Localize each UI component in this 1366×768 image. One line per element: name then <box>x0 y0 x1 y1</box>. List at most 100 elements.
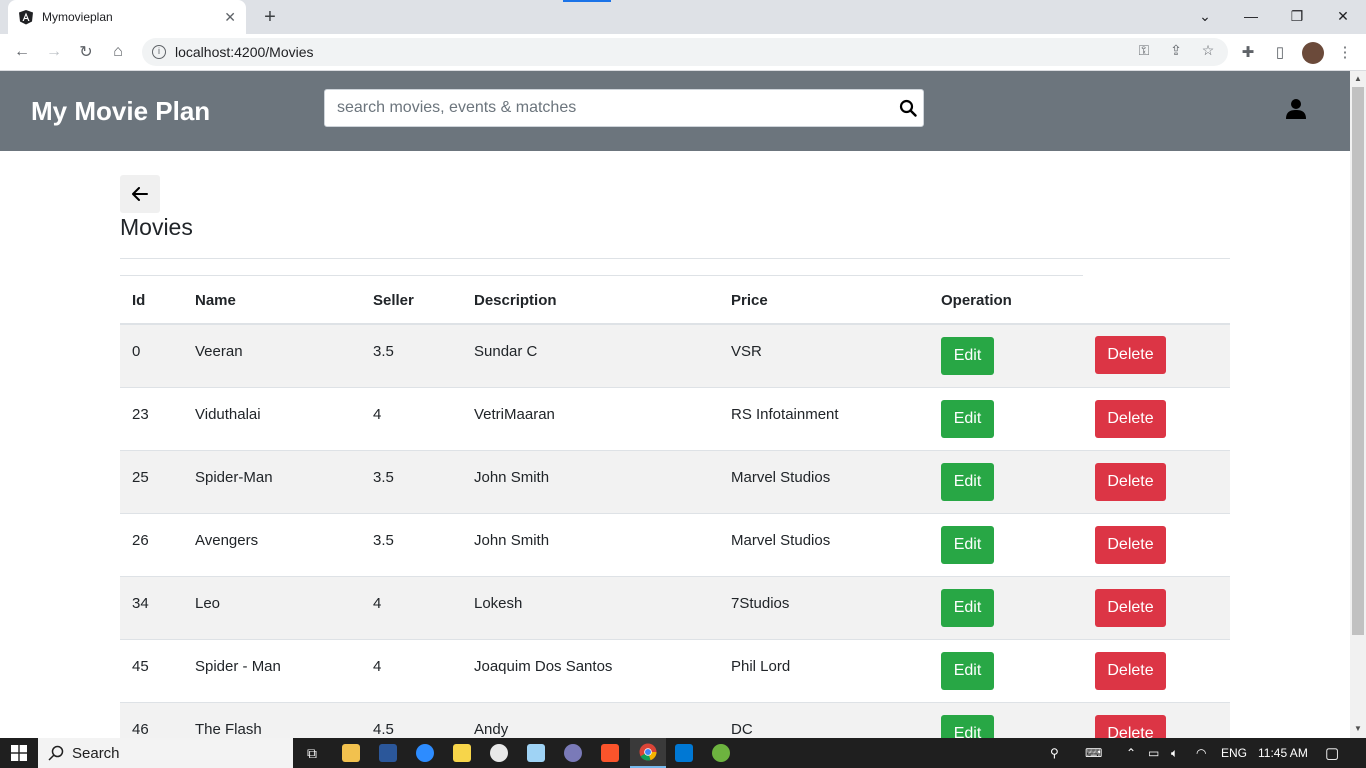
edit-button[interactable]: Edit <box>941 526 994 564</box>
page-scrollbar[interactable]: ▲ ▼ <box>1350 71 1366 738</box>
back-nav-icon[interactable]: ← <box>10 40 34 64</box>
tab-title: Mymovieplan <box>42 10 113 24</box>
edit-button[interactable]: Edit <box>941 337 994 375</box>
paint-icon[interactable] <box>490 744 508 762</box>
word-icon[interactable] <box>379 744 397 762</box>
cell-id: 0 <box>132 343 141 360</box>
brand-title[interactable]: My Movie Plan <box>31 96 210 127</box>
tray-keyboard-icon[interactable]: ⌨ <box>1085 738 1102 768</box>
volume-icon[interactable]: 🔈︎ <box>1171 738 1178 768</box>
app-icon[interactable] <box>564 744 582 762</box>
vscode-icon[interactable] <box>675 744 693 762</box>
delete-button[interactable]: Delete <box>1095 463 1166 501</box>
file-explorer-icon[interactable] <box>342 744 360 762</box>
share-icon[interactable]: ⇪ <box>1167 42 1185 60</box>
cell-id: 23 <box>132 406 149 423</box>
tab-search-icon[interactable]: ⌄ <box>1182 0 1228 32</box>
user-icon[interactable] <box>1285 98 1307 120</box>
delete-button[interactable]: Delete <box>1095 400 1166 438</box>
edit-button[interactable]: Edit <box>941 589 994 627</box>
table-row: 25 Spider-Man 3.5 John Smith Marvel Stud… <box>120 451 1230 514</box>
taskbar-search[interactable]: Search <box>38 738 293 768</box>
delete-button[interactable]: Delete <box>1095 715 1166 738</box>
zoom-icon[interactable] <box>416 744 434 762</box>
scroll-down-icon[interactable]: ▼ <box>1354 724 1362 733</box>
cell-description: Lokesh <box>474 595 523 612</box>
header-description: Description <box>474 292 557 309</box>
address-bar[interactable]: i localhost:4200/Movies <box>142 38 1228 66</box>
delete-button[interactable]: Delete <box>1095 589 1166 627</box>
forward-nav-icon[interactable]: → <box>42 40 66 64</box>
clock[interactable]: 11:45 AM <box>1258 738 1308 768</box>
delete-button[interactable]: Delete <box>1095 336 1166 374</box>
cell-name: The Flash <box>195 721 262 738</box>
header-price: Price <box>731 292 768 309</box>
browser-tabstrip: Mymovieplan ✕ + ⌄ — ❐ ✕ <box>0 0 1366 34</box>
brave-icon[interactable] <box>601 744 619 762</box>
cell-seller: 4 <box>373 595 382 612</box>
edit-button[interactable]: Edit <box>941 400 994 438</box>
cell-seller: 4 <box>373 658 382 675</box>
windows-taskbar: Search ⧉ ⚲ ⌨ ⌃ ▭ 🔈︎ ◠ ENG 11:45 AM ▢ <box>0 738 1366 768</box>
cell-price: 7Studios <box>731 595 790 612</box>
edit-button[interactable]: Edit <box>941 463 994 501</box>
spring-tools-icon[interactable] <box>712 744 730 762</box>
windows-start-icon[interactable] <box>0 738 38 768</box>
notifications-icon[interactable]: ▢ <box>1325 738 1339 768</box>
wifi-icon[interactable]: ◠ <box>1196 738 1206 768</box>
restore-button[interactable]: ❐ <box>1274 0 1320 32</box>
notepad-icon[interactable] <box>527 744 545 762</box>
delete-button[interactable]: Delete <box>1095 526 1166 564</box>
edit-button[interactable]: Edit <box>941 652 994 690</box>
browser-tab[interactable]: Mymovieplan ✕ <box>8 0 246 34</box>
home-icon[interactable]: ⌂ <box>106 40 130 64</box>
sticky-notes-icon[interactable] <box>453 744 471 762</box>
table-row: 0 Veeran 3.5 Sundar C VSR Edit Delete <box>120 325 1230 388</box>
cell-name: Avengers <box>195 532 259 549</box>
scroll-up-icon[interactable]: ▲ <box>1354 74 1362 83</box>
profile-avatar[interactable] <box>1302 42 1324 64</box>
tray-chevron-up-icon[interactable]: ⌃ <box>1126 738 1136 768</box>
password-key-icon[interactable]: ⚿ <box>1135 42 1153 60</box>
cell-id: 46 <box>132 721 149 738</box>
side-panel-icon[interactable]: ▯ <box>1271 43 1289 61</box>
edit-button[interactable]: Edit <box>941 715 994 738</box>
chrome-taskbar-item[interactable] <box>630 738 666 768</box>
tab-close-icon[interactable]: ✕ <box>224 9 236 26</box>
new-tab-button[interactable]: + <box>258 6 282 28</box>
delete-button[interactable]: Delete <box>1095 652 1166 690</box>
battery-icon[interactable]: ▭ <box>1148 738 1159 768</box>
site-info-icon[interactable]: i <box>152 45 166 59</box>
cell-seller: 3.5 <box>373 532 394 549</box>
cell-price: Marvel Studios <box>731 532 831 549</box>
tray-people-icon[interactable]: ⚲ <box>1050 738 1059 768</box>
table-row: 46 The Flash 4.5 Andy DC Edit Delete <box>120 703 1230 738</box>
search-icon <box>48 745 64 761</box>
table-row: 34 Leo 4 Lokesh 7Studios Edit Delete <box>120 577 1230 640</box>
cell-name: Veeran <box>195 343 243 360</box>
task-view-icon[interactable]: ⧉ <box>302 738 322 768</box>
extensions-icon[interactable]: ✚ <box>1239 43 1257 61</box>
cell-seller: 4 <box>373 406 382 423</box>
table-row: 26 Avengers 3.5 John Smith Marvel Studio… <box>120 514 1230 577</box>
angular-icon <box>19 10 33 25</box>
scroll-thumb[interactable] <box>1352 87 1364 635</box>
cell-id: 45 <box>132 658 149 675</box>
header-seller: Seller <box>373 292 414 309</box>
search-icon[interactable] <box>899 99 917 117</box>
back-button[interactable] <box>120 175 160 213</box>
search-input[interactable] <box>325 90 885 126</box>
minimize-button[interactable]: — <box>1228 0 1274 32</box>
cell-id: 34 <box>132 595 149 612</box>
cell-seller: 3.5 <box>373 469 394 486</box>
cell-description: John Smith <box>474 532 550 549</box>
arrow-left-icon <box>132 187 148 201</box>
language-indicator[interactable]: ENG <box>1221 738 1247 768</box>
chrome-menu-icon[interactable]: ⋮ <box>1336 43 1354 61</box>
header-id: Id <box>132 292 146 309</box>
cell-price: VSR <box>731 343 762 360</box>
close-window-button[interactable]: ✕ <box>1320 0 1366 32</box>
reload-icon[interactable]: ↻ <box>74 40 98 64</box>
browser-toolbar: ← → ↻ ⌂ i localhost:4200/Movies ⚿ ⇪ ☆ ✚ … <box>0 34 1366 71</box>
bookmark-star-icon[interactable]: ☆ <box>1199 42 1217 60</box>
